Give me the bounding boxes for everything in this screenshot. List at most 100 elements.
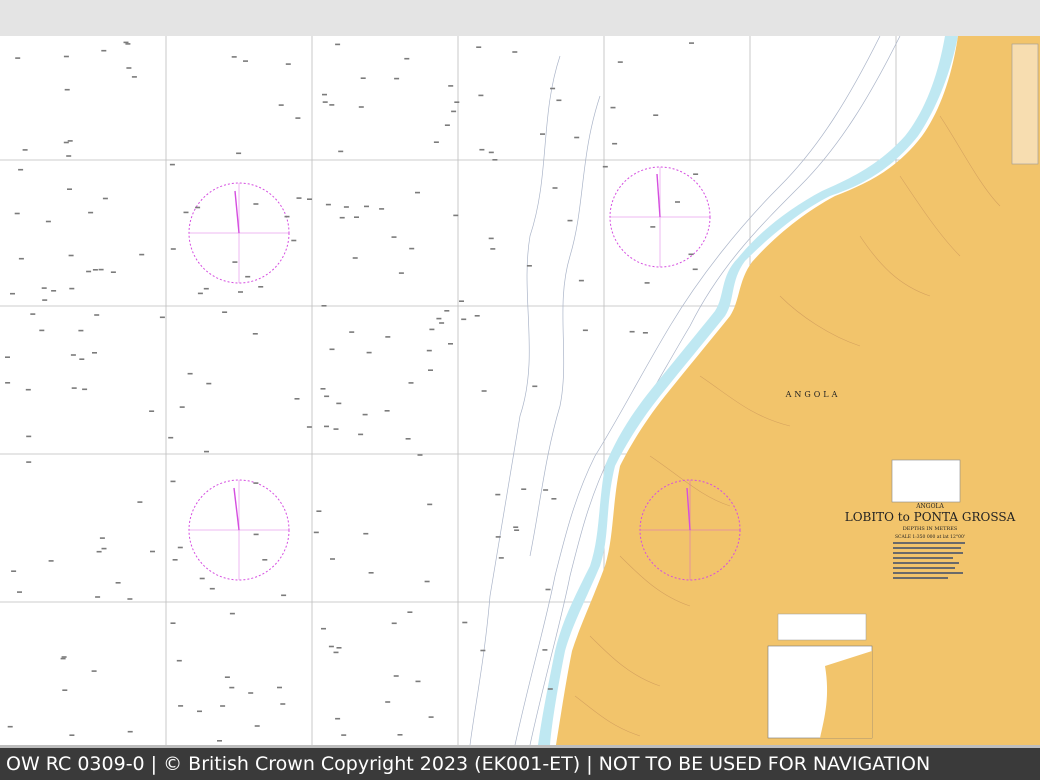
sounding-mark xyxy=(415,680,421,683)
sounding-mark xyxy=(102,197,108,200)
viewer-top-bar xyxy=(0,0,1040,36)
sounding-mark xyxy=(653,114,659,116)
sounding-mark xyxy=(448,343,453,345)
sounding-mark xyxy=(532,385,538,388)
sounding-mark xyxy=(281,594,287,597)
sounding-mark xyxy=(71,387,77,389)
sounding-mark xyxy=(693,173,699,175)
sounding-mark xyxy=(78,329,84,332)
sounding-mark xyxy=(547,688,553,690)
sounding-mark xyxy=(341,734,347,736)
sounding-mark xyxy=(602,165,608,168)
sounding-mark xyxy=(252,333,258,335)
sounding-mark xyxy=(481,390,487,392)
sounding-mark xyxy=(231,56,237,58)
nautical-chart[interactable]: ANGOLA LOBITO to PONTA GROSSA DEPTHS IN … xyxy=(0,36,1040,745)
sounding-mark xyxy=(159,316,165,319)
sounding-mark xyxy=(206,382,212,385)
sounding-mark xyxy=(612,142,618,145)
sounding-mark xyxy=(243,60,248,62)
sounding-mark xyxy=(30,313,36,315)
sounding-mark xyxy=(229,612,235,615)
sounding-mark xyxy=(15,57,21,59)
sounding-mark xyxy=(428,716,434,718)
sounding-mark xyxy=(574,136,580,139)
sounding-mark xyxy=(444,310,450,312)
sounding-mark xyxy=(131,76,137,78)
sounding-mark xyxy=(358,106,364,108)
sounding-mark xyxy=(125,43,131,45)
sounding-mark xyxy=(51,290,57,292)
sounding-mark xyxy=(209,587,215,590)
sounding-mark xyxy=(183,211,189,214)
sounding-mark xyxy=(644,282,650,284)
sounding-mark xyxy=(94,314,100,316)
sounding-mark xyxy=(321,627,326,630)
sounding-mark xyxy=(115,582,121,584)
sounding-mark xyxy=(92,269,98,271)
sounding-mark xyxy=(69,734,75,736)
sounding-mark xyxy=(352,257,358,259)
sounding-mark xyxy=(253,533,259,536)
sounding-mark xyxy=(110,271,116,273)
sounding-mark xyxy=(17,591,22,593)
sounding-mark xyxy=(7,725,13,728)
sounding-mark xyxy=(366,351,372,354)
sounding-mark xyxy=(492,159,498,161)
sounding-mark xyxy=(675,201,680,203)
sounding-mark xyxy=(453,214,459,217)
sounding-mark xyxy=(253,482,259,484)
sounding-mark xyxy=(335,717,341,720)
sounding-mark xyxy=(284,215,290,218)
sounding-mark xyxy=(329,104,335,106)
sounding-mark xyxy=(99,537,105,539)
sounding-mark xyxy=(291,239,297,242)
sounding-mark xyxy=(170,622,176,624)
sounding-mark xyxy=(407,611,413,613)
sounding-mark xyxy=(336,647,342,649)
sounding-mark xyxy=(187,372,193,375)
sounding-mark xyxy=(391,622,397,625)
sounding-mark xyxy=(253,203,259,205)
sounding-mark xyxy=(454,101,460,103)
sounding-mark xyxy=(512,51,518,53)
sounding-mark xyxy=(325,203,331,206)
sounding-mark xyxy=(254,725,260,727)
sounding-mark xyxy=(45,220,51,223)
sounding-mark xyxy=(322,101,328,103)
sounding-mark xyxy=(295,117,301,119)
sounding-mark xyxy=(398,272,404,274)
sounding-mark xyxy=(62,689,68,691)
sounding-mark xyxy=(650,226,656,228)
sounding-mark xyxy=(313,531,319,534)
sounding-mark xyxy=(424,580,430,583)
sounding-mark xyxy=(126,67,132,69)
sounding-mark xyxy=(41,287,47,289)
sounding-mark xyxy=(433,141,439,143)
sounding-mark xyxy=(329,348,335,351)
sounding-mark xyxy=(101,49,107,52)
sounding-mark xyxy=(610,106,616,109)
sounding-mark xyxy=(462,621,468,624)
sounding-mark xyxy=(360,77,366,79)
sounding-mark xyxy=(405,438,411,440)
sounding-mark xyxy=(459,300,464,302)
sounding-mark xyxy=(101,547,107,550)
sounding-mark xyxy=(322,93,327,96)
inset-map xyxy=(767,645,873,739)
sounding-mark xyxy=(195,206,201,209)
sounding-mark xyxy=(404,57,410,60)
sounding-mark xyxy=(689,42,694,44)
sounding-mark xyxy=(224,676,230,678)
sounding-mark xyxy=(391,236,397,238)
sounding-mark xyxy=(168,436,174,439)
sounding-mark xyxy=(364,205,369,208)
sounding-mark xyxy=(176,659,182,662)
sounding-mark xyxy=(70,354,76,356)
sounding-mark xyxy=(514,529,520,531)
sounding-mark xyxy=(92,352,97,354)
sounding-mark xyxy=(545,588,551,591)
sounding-mark xyxy=(540,133,545,135)
sounding-mark xyxy=(488,151,494,154)
sounding-mark xyxy=(178,705,184,707)
